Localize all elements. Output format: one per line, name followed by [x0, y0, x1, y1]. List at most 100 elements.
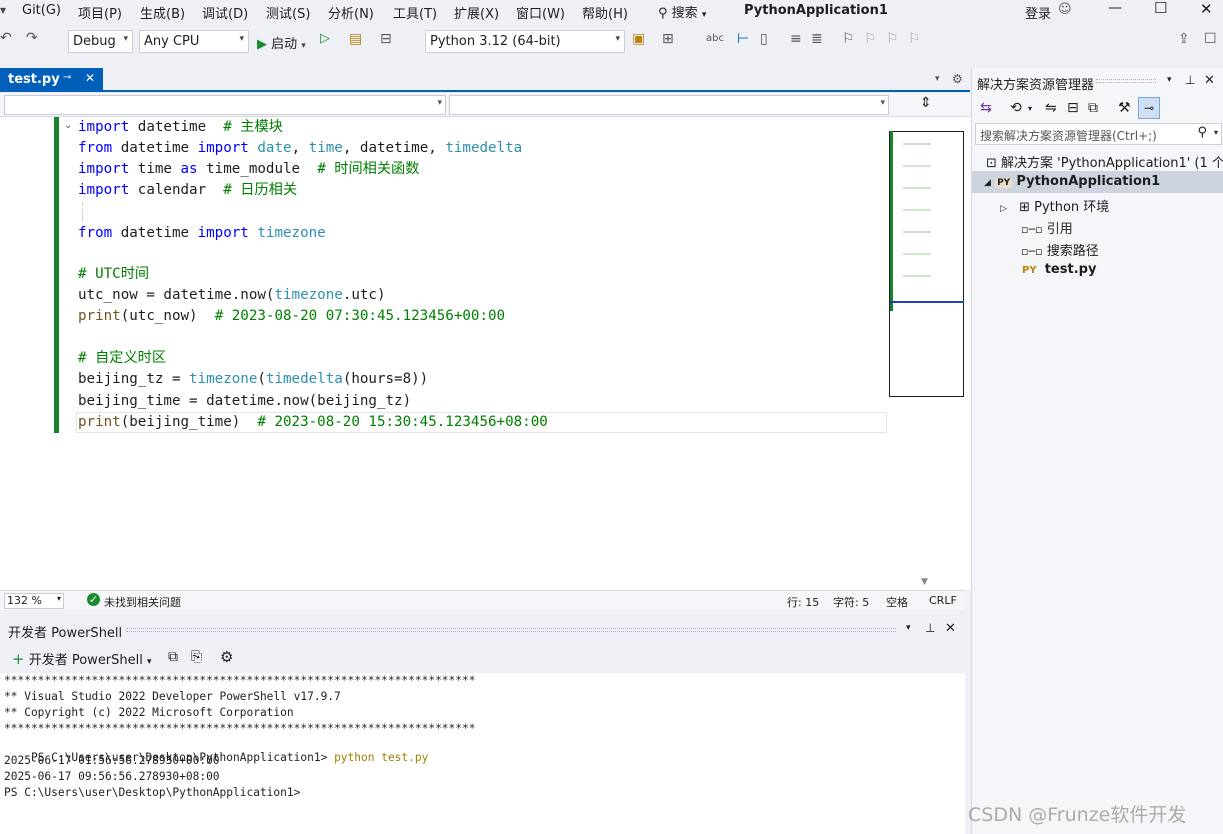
spaces-indicator[interactable]: 空格	[886, 594, 908, 610]
issues-status[interactable]: 未找到相关问题	[104, 594, 181, 610]
settings-icon[interactable]: ⚙	[220, 648, 233, 666]
close-panel-icon[interactable]: ✕	[1204, 73, 1215, 88]
platform-select[interactable]: Any CPU ▾	[139, 30, 249, 53]
zoom-select[interactable]: 132 % ▾	[4, 593, 64, 609]
code-line[interactable]: from datetime import timezone	[78, 223, 326, 244]
collapse-all-icon[interactable]: ⊟	[1067, 100, 1079, 116]
scope-dropdown[interactable]: ▾	[4, 95, 446, 115]
tree-item-test-py[interactable]: PY test.py	[1022, 262, 1096, 277]
menu-test[interactable]: 测试(S)	[266, 3, 310, 22]
share-icon[interactable]: ⇪	[1178, 32, 1190, 46]
window-layout-icon[interactable]: ⊟	[380, 32, 392, 46]
pin-icon[interactable]: ⊥	[1185, 73, 1195, 87]
column-indicator[interactable]: 字符: 5	[833, 594, 869, 610]
settings-icon[interactable]: ⚙	[952, 72, 963, 86]
python-env-select[interactable]: Python 3.12 (64-bit) ▾	[425, 30, 625, 53]
code-token: # UTC时间	[78, 266, 150, 282]
step-icon[interactable]: ⊢	[737, 32, 749, 46]
start-without-debug-icon[interactable]: ▷	[320, 32, 330, 46]
panel-menu-icon[interactable]: ▾	[906, 623, 911, 633]
line-indicator[interactable]: 行: 15	[787, 594, 819, 610]
pin-icon[interactable]: ⊸	[63, 72, 71, 83]
tree-item-solution[interactable]: ⊡ 解决方案 'PythonApplication1' (1 个	[986, 152, 1223, 171]
copy-icon[interactable]: ⧉	[168, 649, 178, 665]
panel-menu-icon[interactable]: ▾	[1167, 75, 1172, 85]
member-dropdown[interactable]: ▾	[449, 95, 889, 115]
code-token: (hours=8))	[342, 371, 429, 387]
redo-icon[interactable]: ↷	[26, 31, 38, 45]
menu-git[interactable]: Git(G)	[22, 3, 61, 18]
chevron-down-icon[interactable]: ▾	[1028, 104, 1032, 113]
uncomment-icon[interactable]: ≣	[811, 32, 823, 46]
feedback-icon[interactable]: ☐	[1204, 32, 1217, 46]
code-line[interactable]: # 自定义时区	[78, 348, 166, 369]
login-link[interactable]: 登录	[1025, 3, 1051, 22]
code-line[interactable]: # UTC时间	[78, 264, 149, 285]
folder-icon[interactable]: ▤	[349, 32, 362, 46]
terminal-output[interactable]: ****************************************…	[0, 673, 965, 834]
menu-debug[interactable]: 调试(D)	[202, 3, 248, 22]
account-icon[interactable]: ☺	[1058, 2, 1072, 17]
switch-view-icon[interactable]: ⇆	[980, 100, 992, 116]
scrollbar-map[interactable]: ▼	[889, 117, 972, 590]
menu-analyze[interactable]: 分析(N)	[328, 3, 374, 22]
bookmark-prev-icon[interactable]: ⚐	[864, 32, 877, 46]
tree-item-references[interactable]: ▫─▫ 引用	[1021, 218, 1073, 237]
menu-project[interactable]: 项目(P)	[78, 3, 122, 22]
spellcheck-icon[interactable]: abc	[706, 32, 724, 46]
split-icon[interactable]: ⇕	[920, 95, 932, 111]
code-line[interactable]: utc_now = datetime.now(timezone.utc)	[78, 285, 386, 306]
paste-icon[interactable]: ⎘	[191, 649, 202, 665]
preview-icon[interactable]: ⊸	[1138, 97, 1160, 119]
menu-help[interactable]: 帮助(H)	[582, 3, 628, 22]
layout-icon[interactable]: ⊞	[662, 32, 674, 46]
solution-explorer-title: 解决方案资源管理器	[977, 78, 1095, 93]
sync-icon[interactable]: ⇋	[1045, 100, 1057, 116]
code-line[interactable]: beijing_time = datetime.now(beijing_tz)	[78, 391, 411, 412]
menu-window[interactable]: 窗口(W)	[516, 3, 565, 22]
code-line[interactable]: import datetime # 主模块	[78, 117, 283, 138]
menu-build[interactable]: 生成(B)	[140, 3, 185, 22]
tab-test-py[interactable]: test.py ⊸ ✕	[0, 68, 103, 92]
menu-extensions[interactable]: 扩展(X)	[454, 3, 499, 22]
properties-icon[interactable]: ⚒	[1118, 100, 1131, 116]
standard-toolbar: ↶ ↷ Debug ▾ Any CPU ▾ ▶ 启动 ▾ ▷ ▤ ⊟ Pytho…	[0, 26, 1223, 58]
code-editor[interactable]: ⌄ import datetime # 主模块 from datetime imp…	[0, 117, 928, 590]
code-line[interactable]: beijing_tz = timezone(timedelta(hours=8)…	[78, 369, 428, 390]
bookmark-next-icon[interactable]: ⚐	[886, 32, 899, 46]
package-icon[interactable]: ▣	[632, 32, 645, 46]
tree-item-project-row[interactable]: ◢ PY PythonApplication1	[984, 174, 1160, 189]
undo-icon[interactable]: ↶	[0, 31, 12, 45]
tree-item-python-env[interactable]: ▷ ⊞ Python 环境	[1000, 196, 1109, 215]
code-line[interactable]: import calendar # 日历相关	[78, 180, 297, 201]
close-tab-icon[interactable]: ✕	[85, 71, 95, 85]
menu-tools[interactable]: 工具(T)	[393, 3, 437, 22]
bookmark-clear-icon[interactable]: ⚐	[908, 32, 921, 46]
code-line[interactable]: import time as time_module # 时间相关函数	[78, 159, 419, 180]
pin-icon[interactable]: ⊥	[925, 621, 935, 635]
close-window-button[interactable]: ✕	[1200, 0, 1213, 18]
history-icon[interactable]: ⟲	[1010, 100, 1022, 116]
code-line[interactable]: print(utc_now) # 2023-08-20 07:30:45.123…	[78, 306, 505, 327]
maximize-button[interactable]: ☐	[1154, 0, 1167, 17]
config-select[interactable]: Debug ▾	[68, 30, 133, 53]
code-line[interactable]: from datetime import date, time, datetim…	[78, 138, 522, 159]
start-button[interactable]: ▶ 启动 ▾	[257, 33, 306, 52]
solution-search-input[interactable]: 搜索解决方案资源管理器(Ctrl+;) ⚲ ▾	[975, 123, 1222, 145]
scroll-down-icon[interactable]: ▼	[921, 577, 928, 587]
minimize-button[interactable]: —	[1108, 0, 1122, 16]
branch-icon[interactable]: ▾	[0, 3, 6, 17]
bookmark-icon[interactable]: ⚐	[842, 32, 855, 46]
code-token: time_module	[197, 161, 318, 177]
collapse-icon[interactable]: ⌄	[64, 120, 72, 131]
close-panel-icon[interactable]: ✕	[945, 621, 956, 636]
code-line[interactable]: print(beijing_time) # 2023-08-20 15:30:4…	[78, 412, 548, 433]
eol-indicator[interactable]: CRLF	[929, 594, 957, 607]
comment-icon[interactable]: ≡	[790, 32, 802, 46]
new-terminal-button[interactable]: + 开发者 PowerShell ▾	[12, 649, 152, 668]
show-all-icon[interactable]: ⧉	[1088, 100, 1098, 116]
document-icon[interactable]: ▯	[760, 32, 768, 46]
tab-overflow-icon[interactable]: ▾	[935, 74, 940, 84]
tree-item-search-paths[interactable]: ▫─▫ 搜索路径	[1021, 240, 1099, 259]
global-search[interactable]: ⚲ 搜索 ▾	[658, 2, 706, 21]
